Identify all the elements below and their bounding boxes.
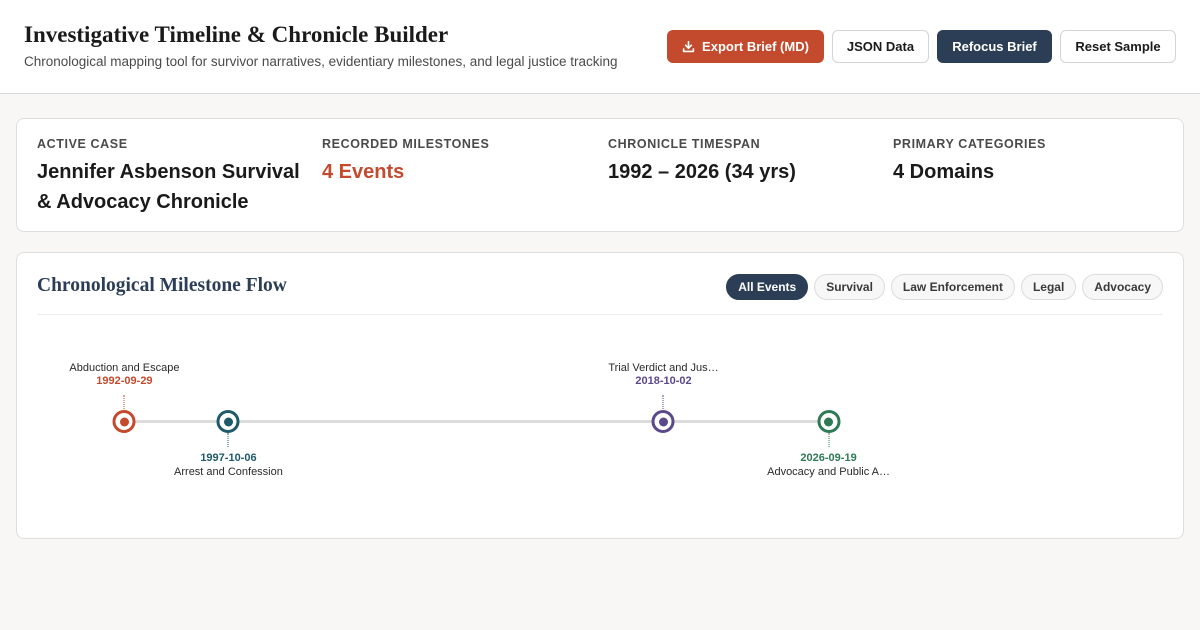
stat-value: 1992 – 2026 (34 yrs) xyxy=(608,161,796,183)
milestone-flow-card: Chronological Milestone Flow All Events … xyxy=(16,252,1184,539)
stat-value: Jennifer Asbenson Survival & Advocacy Ch… xyxy=(37,161,300,213)
event-date: 2026-09-19 xyxy=(800,452,857,464)
filter-all-events[interactable]: All Events xyxy=(726,274,809,300)
stat-label: CHRONICLE TIMESPAN xyxy=(608,137,761,151)
filter-legal[interactable]: Legal xyxy=(1020,274,1077,300)
timeline-marker[interactable] xyxy=(651,410,675,433)
timeline-marker[interactable] xyxy=(112,410,136,433)
timeline-connector xyxy=(227,433,229,447)
event-date: 2018-10-02 xyxy=(635,375,692,387)
json-data-button[interactable]: JSON Data xyxy=(832,30,929,63)
event-date: 1992-09-29 xyxy=(96,375,153,387)
event-title: Advocacy and Public A… xyxy=(767,466,891,478)
event-title: Abduction and Escape xyxy=(69,362,180,374)
filter-survival[interactable]: Survival xyxy=(814,274,885,300)
refocus-brief-button[interactable]: Refocus Brief xyxy=(937,30,1052,63)
stat-label: ACTIVE CASE xyxy=(37,137,128,151)
app-subtitle: Chronological mapping tool for survivor … xyxy=(24,54,618,69)
event-date: 1997-10-06 xyxy=(200,452,257,464)
download-icon xyxy=(682,40,695,53)
timeline-marker[interactable] xyxy=(817,410,841,433)
stat-value: 4 Events xyxy=(322,161,405,183)
stat-active-case: ACTIVE CASE Jennifer Asbenson Survival &… xyxy=(37,137,307,217)
export-brief-label: Export Brief (MD) xyxy=(702,39,809,54)
stat-label: RECORDED MILESTONES xyxy=(322,137,490,151)
timeline: Abduction and Escape 1992-09-29 Arrest and… xyxy=(17,315,1183,515)
stat-chronicle-timespan: CHRONICLE TIMESPAN 1992 – 2026 (34 yrs) xyxy=(608,137,878,187)
reset-sample-button[interactable]: Reset Sample xyxy=(1060,30,1176,63)
export-brief-button[interactable]: Export Brief (MD) xyxy=(667,30,824,63)
timeline-connector xyxy=(123,395,125,409)
stat-primary-categories: PRIMARY CATEGORIES 4 Domains xyxy=(893,137,1163,187)
timeline-connector xyxy=(662,395,664,409)
stat-value: 4 Domains xyxy=(893,161,995,183)
case-summary-card: ACTIVE CASE Jennifer Asbenson Survival &… xyxy=(16,118,1184,232)
category-filter-group: All Events Survival Law Enforcement Lega… xyxy=(726,274,1163,300)
filter-law-enforcement[interactable]: Law Enforcement xyxy=(890,274,1015,300)
flow-title: Chronological Milestone Flow xyxy=(37,275,287,296)
stat-recorded-milestones: RECORDED MILESTONES 4 Events xyxy=(322,137,592,187)
stat-label: PRIMARY CATEGORIES xyxy=(893,137,1046,151)
event-title: Arrest and Confession xyxy=(174,466,283,478)
timeline-connector xyxy=(828,433,830,447)
timeline-marker[interactable] xyxy=(216,410,240,433)
event-title: Trial Verdict and Jus… xyxy=(608,362,719,374)
filter-advocacy[interactable]: Advocacy xyxy=(1082,274,1163,300)
app-header: Investigative Timeline & Chronicle Build… xyxy=(0,0,1200,94)
app-title: Investigative Timeline & Chronicle Build… xyxy=(24,22,449,47)
